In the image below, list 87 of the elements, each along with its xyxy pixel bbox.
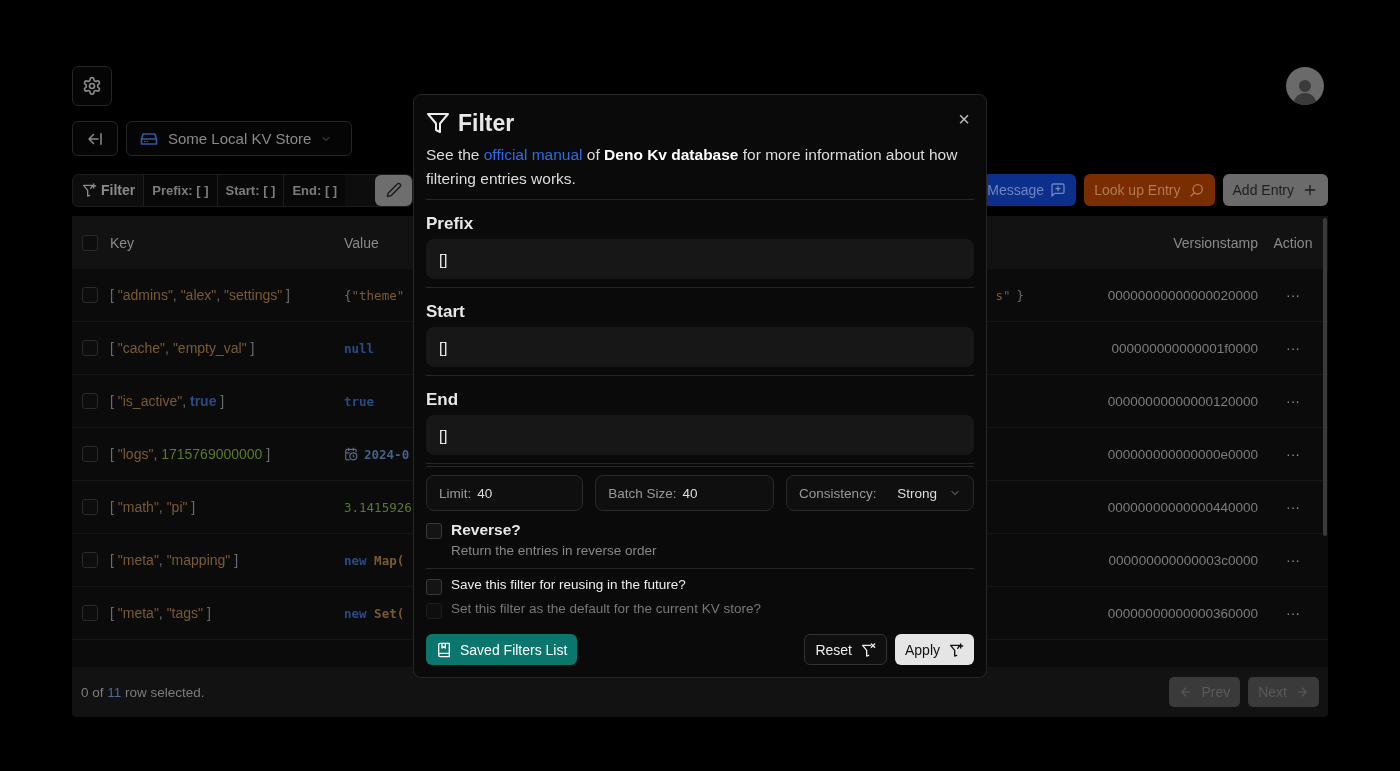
input-field[interactable]: Batch Size: 40 bbox=[595, 475, 775, 511]
checkbox[interactable] bbox=[82, 287, 98, 303]
row-action-button[interactable]: ··· bbox=[1286, 605, 1300, 621]
checkbox[interactable] bbox=[82, 605, 98, 621]
versionstamp-cell-text: 00000000000000440000 bbox=[1106, 499, 1258, 515]
close-button[interactable]: × bbox=[954, 107, 974, 131]
filter-plus-icon bbox=[948, 641, 964, 658]
key-cell-text: [ "logs", 1715769000000 ] bbox=[110, 446, 272, 462]
store-select[interactable]: Some Local KV Store bbox=[126, 121, 352, 156]
versionstamp-cell-text: 000000000000003c0000 bbox=[1107, 552, 1258, 568]
settings-icon bbox=[82, 76, 102, 96]
bookmark-icon bbox=[436, 641, 452, 658]
column-header: Value bbox=[344, 234, 380, 251]
key-cell-text: [ "math", "pi" ] bbox=[110, 499, 197, 515]
arrow-right-icon bbox=[1295, 685, 1309, 699]
versionstamp-cell-text: 00000000000000020000 bbox=[1106, 287, 1258, 303]
checkbox[interactable] bbox=[82, 340, 98, 356]
input-field[interactable]: [] bbox=[426, 415, 974, 455]
manual-link[interactable]: official manual bbox=[483, 146, 583, 163]
value-cell: new Map( bbox=[344, 552, 405, 568]
value-cell: new Set( bbox=[344, 605, 405, 621]
value-cell: true bbox=[344, 393, 375, 409]
column-header: Key bbox=[110, 234, 136, 251]
arrow-left-icon bbox=[1179, 685, 1194, 699]
settings-button[interactable] bbox=[72, 66, 112, 106]
avatar[interactable] bbox=[1286, 67, 1324, 105]
selection-status: 0 of 11 row selected. bbox=[81, 684, 205, 700]
row-action-button[interactable]: ··· bbox=[1286, 340, 1300, 356]
key-cell-text: [ "meta", "mapping" ] bbox=[110, 552, 240, 568]
option-label: Reverse? bbox=[451, 521, 522, 539]
saved-button[interactable]: Saved Filters List bbox=[426, 634, 578, 665]
row-action-button[interactable]: ··· bbox=[1286, 446, 1300, 462]
edit-filter-button[interactable] bbox=[375, 174, 412, 206]
versionstamp-cell-text: 000000000000001f0000 bbox=[1110, 340, 1258, 356]
filter-plus-icon bbox=[81, 182, 97, 198]
row-action-button[interactable]: ··· bbox=[1286, 393, 1300, 409]
checkbox[interactable] bbox=[82, 234, 98, 251]
checkbox[interactable] bbox=[82, 393, 98, 409]
search-icon bbox=[1188, 182, 1205, 198]
back-button[interactable] bbox=[72, 121, 118, 156]
option-hint: Return the entries in reverse order bbox=[451, 543, 657, 558]
funnel-icon bbox=[426, 111, 450, 135]
apply-button[interactable]: Apply bbox=[894, 634, 974, 665]
input-field[interactable]: [] bbox=[426, 239, 974, 279]
dialog-description: See the official manual of Deno Kv database for more information about how filtering entries works. bbox=[426, 145, 959, 189]
plus-icon bbox=[1302, 182, 1318, 198]
reset-button[interactable]: Reset bbox=[804, 634, 887, 665]
key-cell-text: [ "is_active", true ] bbox=[110, 393, 226, 409]
value-cell: null bbox=[344, 340, 375, 356]
versionstamp-cell-text: 000000000000000e0000 bbox=[1106, 446, 1258, 462]
checkbox[interactable] bbox=[82, 446, 98, 462]
filter-x-icon bbox=[859, 641, 876, 658]
consistency-select[interactable]: Consistency: Strong bbox=[786, 475, 974, 511]
field-label: Start bbox=[426, 302, 466, 322]
checkbox[interactable] bbox=[426, 523, 442, 539]
value-cell: 3.1415926 bbox=[344, 499, 412, 515]
calendar-clock-icon bbox=[344, 447, 358, 461]
filter-label: Filter bbox=[73, 174, 144, 206]
column-header: Action bbox=[1273, 234, 1313, 251]
row-action-button[interactable]: ··· bbox=[1286, 287, 1300, 303]
add-button[interactable]: Add Entry bbox=[1222, 174, 1328, 206]
filter-chip: Start: [ ] bbox=[216, 174, 284, 206]
value-cell: s" } bbox=[995, 287, 1024, 303]
checkbox[interactable] bbox=[82, 552, 98, 568]
filter-chip: Prefix: [ ] bbox=[143, 174, 217, 206]
input-field[interactable]: [] bbox=[426, 327, 974, 367]
field-label: Prefix bbox=[426, 214, 475, 234]
row-action-button[interactable]: ··· bbox=[1286, 552, 1300, 568]
key-cell-text: [ "meta", "tags" ] bbox=[110, 605, 212, 621]
dialog-title: Filter bbox=[458, 109, 515, 137]
versionstamp-cell-text: 00000000000000120000 bbox=[1106, 393, 1258, 409]
checkbox[interactable] bbox=[426, 579, 442, 595]
key-cell-text: [ "admins", "alex", "settings" ] bbox=[110, 287, 291, 303]
input-field[interactable]: Limit: 40 bbox=[426, 475, 584, 511]
option-label: Save this filter for reusing in the future? bbox=[451, 577, 686, 592]
column-header: Versionstamp bbox=[1172, 234, 1258, 251]
key-cell-text: [ "cache", "empty_val" ] bbox=[110, 340, 256, 356]
row-action-button[interactable]: ··· bbox=[1286, 499, 1300, 515]
pencil-icon bbox=[385, 182, 402, 198]
value-cell: {"theme" bbox=[344, 287, 405, 303]
value-cell: 2024-0 bbox=[344, 446, 410, 462]
message-plus-icon bbox=[1050, 182, 1067, 198]
option-label: Set this filter as the default for the current KV store? bbox=[451, 601, 761, 616]
field-label: End bbox=[426, 390, 460, 410]
filter-chip: End: [ ] bbox=[283, 174, 346, 206]
checkbox[interactable] bbox=[82, 499, 98, 515]
versionstamp-cell-text: 00000000000000360000 bbox=[1106, 605, 1258, 621]
